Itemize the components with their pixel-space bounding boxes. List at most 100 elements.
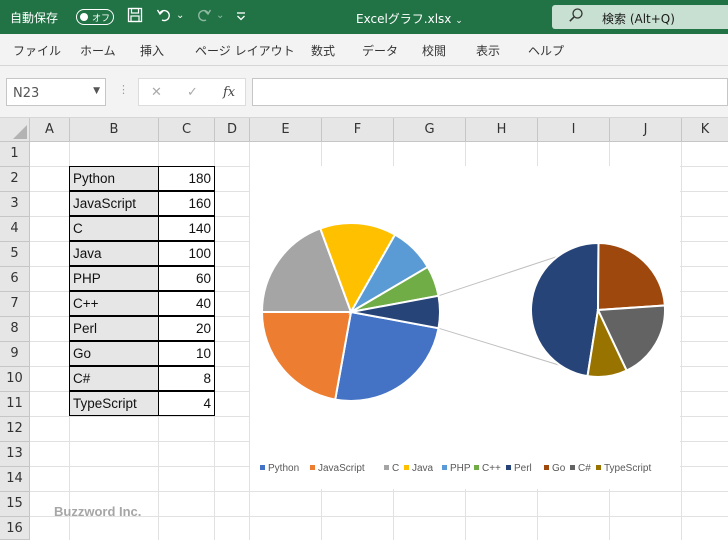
legend-swatch: [570, 465, 575, 470]
name-box[interactable]: N23 ▼: [6, 78, 106, 106]
table-cell-language[interactable]: Go: [69, 341, 159, 366]
row-header[interactable]: 10: [0, 367, 30, 392]
table-cell-language[interactable]: Python: [69, 166, 159, 191]
chart-canvas: Python JavaScript C Java PHP C++ Perl Go C# TypeS…: [260, 222, 666, 474]
table-cell-value[interactable]: 10: [158, 341, 215, 366]
table-cell-value[interactable]: 60: [158, 266, 215, 291]
pie-slice-perl[interactable]: [530, 242, 600, 378]
table-cell-language[interactable]: Java: [69, 241, 159, 266]
file-name-text: Excelグラフ.xlsx: [356, 12, 452, 26]
tab-page-layout[interactable]: ページ レイアウト: [195, 42, 295, 59]
table-cell-language[interactable]: C++: [69, 291, 159, 316]
legend-swatch: [384, 465, 389, 470]
table-cell-value[interactable]: 180: [158, 166, 215, 191]
column-header-d[interactable]: D: [215, 118, 250, 142]
ribbon-tabs: ファイル ホーム 挿入 ページ レイアウト 数式 データ 校閲 表示 ヘルプ: [0, 34, 728, 66]
table-cell-language[interactable]: JavaScript: [69, 191, 159, 216]
undo-icon[interactable]: [156, 7, 172, 28]
column-header-h[interactable]: H: [466, 118, 538, 142]
tab-view[interactable]: 表示: [476, 42, 500, 59]
cancel-icon[interactable]: ✕: [151, 85, 162, 100]
undo-caret-icon[interactable]: ⌄: [176, 7, 184, 25]
legend-label: C: [392, 463, 399, 474]
table-cell-value[interactable]: 100: [158, 241, 215, 266]
tab-insert[interactable]: 挿入: [140, 42, 164, 59]
row-header[interactable]: 3: [0, 192, 30, 217]
table-cell-value[interactable]: 140: [158, 216, 215, 241]
row-header[interactable]: 4: [0, 217, 30, 242]
chart-legend[interactable]: Python JavaScript C Java PHP C++ Perl Go C# TypeS…: [260, 463, 651, 474]
pie-of-pie-chart[interactable]: Python JavaScript C Java PHP C++ Perl Go C# TypeS…: [250, 166, 680, 489]
column-header-a[interactable]: A: [30, 118, 70, 142]
table-cell-value[interactable]: 20: [158, 316, 215, 341]
legend-swatch: [596, 465, 601, 470]
tab-data[interactable]: データ: [362, 42, 398, 59]
column-header-f[interactable]: F: [322, 118, 394, 142]
select-all-button[interactable]: [0, 118, 30, 142]
redo-caret-icon[interactable]: ⌄: [216, 7, 224, 25]
search-icon: [568, 7, 584, 27]
column-header-i[interactable]: I: [538, 118, 610, 142]
table-cell-value[interactable]: 160: [158, 191, 215, 216]
table-cell-language[interactable]: PHP: [69, 266, 159, 291]
tab-formulas[interactable]: 数式: [311, 42, 335, 59]
column-header-g[interactable]: G: [394, 118, 466, 142]
worksheet-grid[interactable]: A B C D E F G H I J K 1 2 3 4 5 6 7 8 9 …: [0, 118, 728, 540]
row-header[interactable]: 13: [0, 442, 30, 467]
redo-icon[interactable]: [196, 7, 212, 28]
save-icon[interactable]: [127, 7, 143, 28]
customize-toolbar-icon[interactable]: [236, 7, 246, 28]
tab-review[interactable]: 校閲: [422, 42, 446, 59]
search-box[interactable]: 検索 (Alt+Q): [552, 5, 728, 29]
autosave-toggle[interactable]: オフ: [76, 9, 114, 25]
legend-label: TypeScript: [604, 463, 651, 474]
table-cell-language[interactable]: Perl: [69, 316, 159, 341]
column-header-j[interactable]: J: [610, 118, 682, 142]
enter-icon[interactable]: ✓: [187, 85, 198, 100]
table-cell-language[interactable]: TypeScript: [69, 391, 159, 416]
row-header[interactable]: 5: [0, 242, 30, 267]
table-cell-value[interactable]: 40: [158, 291, 215, 316]
formula-bar-buttons: ✕ ✓ fx: [138, 78, 246, 106]
legend-label: C++: [482, 463, 501, 474]
row-header[interactable]: 16: [0, 517, 30, 540]
table-cell-language[interactable]: C#: [69, 366, 159, 391]
row-header[interactable]: 7: [0, 292, 30, 317]
formula-bar: N23 ▼ ⋮ ✕ ✓ fx: [0, 66, 728, 118]
legend-label: Perl: [514, 463, 532, 474]
legend-swatch: [404, 465, 409, 470]
name-box-value: N23: [13, 86, 40, 101]
column-header-e[interactable]: E: [250, 118, 322, 142]
column-header-c[interactable]: C: [159, 118, 215, 142]
table-cell-value[interactable]: 8: [158, 366, 215, 391]
formula-bar-grip-icon[interactable]: ⋮: [118, 83, 129, 96]
column-header-b[interactable]: B: [70, 118, 159, 142]
row-header[interactable]: 14: [0, 467, 30, 492]
legend-swatch: [260, 465, 265, 470]
row-header[interactable]: 1: [0, 142, 30, 167]
row-header[interactable]: 15: [0, 492, 30, 517]
search-label: 検索 (Alt+Q): [602, 12, 675, 26]
row-header[interactable]: 2: [0, 167, 30, 192]
table-cell-value[interactable]: 4: [158, 391, 215, 416]
insert-function-icon[interactable]: fx: [223, 85, 235, 100]
autosave-label: 自動保存: [10, 11, 59, 25]
tab-home[interactable]: ホーム: [80, 42, 116, 59]
name-box-dropdown-icon[interactable]: ▼: [93, 86, 100, 96]
table-cell-language[interactable]: C: [69, 216, 159, 241]
formula-input[interactable]: [252, 78, 728, 106]
legend-swatch: [474, 465, 479, 470]
row-header[interactable]: 8: [0, 317, 30, 342]
tab-help[interactable]: ヘルプ: [528, 42, 564, 59]
file-name[interactable]: Excelグラフ.xlsx ⌄: [356, 10, 463, 27]
row-header[interactable]: 12: [0, 417, 30, 442]
row-header[interactable]: 11: [0, 392, 30, 417]
pie-slice-go[interactable]: [596, 241, 666, 312]
row-header[interactable]: 9: [0, 342, 30, 367]
legend-label: Go: [552, 463, 566, 474]
tab-file[interactable]: ファイル: [13, 42, 61, 59]
row-header[interactable]: 6: [0, 267, 30, 292]
column-header-k[interactable]: K: [682, 118, 728, 142]
toggle-knob: [80, 13, 88, 21]
pie-slice-javascript[interactable]: [260, 311, 353, 401]
